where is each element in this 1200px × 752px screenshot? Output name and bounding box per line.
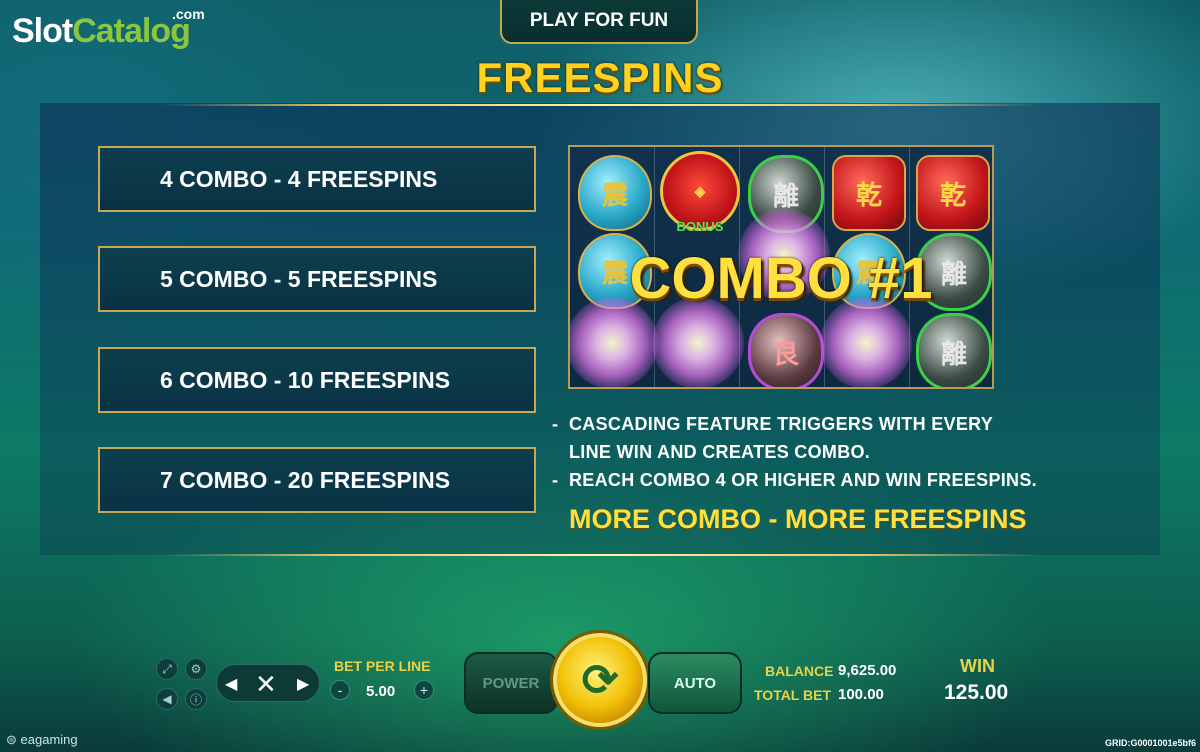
combo-row-7: 7 COMBO - 20 FREESPINS — [98, 447, 536, 513]
symbol-darkred: 艮 — [748, 313, 824, 387]
combo-row-6: 6 COMBO - 10 FREESPINS — [98, 347, 536, 413]
symbol-red: 乾 — [916, 155, 990, 231]
tagline: MORE COMBO - MORE FREESPINS — [569, 504, 1027, 534]
total-bet-value: 100.00 — [838, 686, 884, 703]
balance-value: 9,625.00 — [838, 662, 897, 679]
symbol-green: 離 — [916, 313, 992, 387]
power-button[interactable]: POWER — [464, 652, 558, 714]
bonus-label: BONUS — [676, 219, 724, 234]
combo-counter: COMBO #1 — [629, 246, 933, 311]
bonus-symbol: ◈ BONUS — [660, 151, 740, 234]
reel-preview: 震 ◈ BONUS 離 乾 乾 震 震 離 艮 離 COMBO #1 — [568, 145, 994, 389]
symbol-teal: 震 — [578, 155, 652, 231]
brand-icon: ⊜ — [6, 732, 17, 747]
win-value: 125.00 — [944, 681, 1009, 704]
page-title: FREESPINS — [476, 54, 724, 101]
settings-icon[interactable]: ⚙ — [185, 658, 207, 680]
info-icon[interactable]: ⓘ — [185, 688, 207, 710]
top-divider — [160, 104, 1040, 106]
symbol-red: 乾 — [832, 155, 906, 231]
bet-decrease-button[interactable]: - — [330, 680, 350, 700]
fullscreen-icon[interactable]: ⤢ — [156, 658, 178, 680]
play-for-fun-button[interactable]: PLAY FOR FUN — [500, 0, 698, 44]
spin-icon: ⟳ — [581, 655, 619, 705]
grid-id: GRID:G0001001e5bf6 — [1104, 738, 1196, 748]
spin-button[interactable]: ⟳ — [553, 633, 647, 727]
arrow-right-icon[interactable]: ▶ — [297, 674, 309, 694]
total-bet-label: TOTAL BET — [754, 687, 831, 703]
bottom-divider — [160, 554, 1040, 556]
slotcatalog-logo: SlotCatalog .com — [12, 6, 205, 50]
arrow-left-icon[interactable]: ◀ — [225, 674, 237, 694]
win-label: WIN — [960, 656, 995, 676]
sound-icon[interactable]: ◀ — [156, 688, 178, 710]
combo-row-5: 5 COMBO - 5 FREESPINS — [98, 246, 536, 312]
bet-per-line-label: BET PER LINE — [334, 658, 431, 674]
brand-logo: ⊜ eagaming — [6, 732, 78, 747]
auto-button[interactable]: AUTO — [648, 652, 742, 714]
bet-increase-button[interactable]: + — [414, 680, 434, 700]
bet-per-line-value: 5.00 — [366, 683, 396, 700]
paytable-nav: ◀ ✕ ▶ — [216, 664, 320, 702]
close-icon[interactable]: ✕ — [255, 669, 277, 700]
combo-row-4: 4 COMBO - 4 FREESPINS — [98, 146, 536, 212]
coin-icon: ◈ — [694, 182, 706, 199]
balance-label: BALANCE — [765, 663, 834, 679]
